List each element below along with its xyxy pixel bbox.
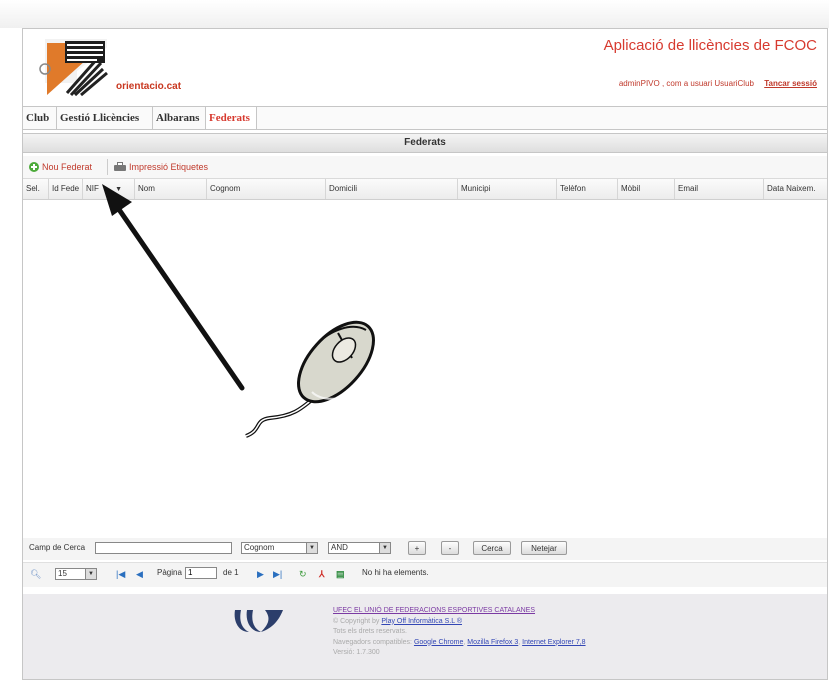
menu-item-federats[interactable]: Federats (206, 107, 257, 129)
search-input[interactable] (95, 542, 232, 554)
dropdown-arrow-icon: ▼ (85, 569, 96, 579)
dropdown-arrow-icon: ▼ (379, 543, 390, 553)
clear-button[interactable]: Netejar (521, 541, 567, 555)
version-text: Versió: 1.7.300 (333, 649, 380, 656)
firefox-link[interactable]: Mozilla Firefox 3 (467, 639, 518, 646)
toolbar-separator (107, 159, 108, 175)
pager-status: No hi ha elements. (362, 568, 429, 577)
footer-text: UFEC EL UNIÓ DE FEDERACIONS ESPORTIVES C… (333, 606, 586, 659)
search-field-select[interactable]: Cognom ▼ (241, 542, 318, 554)
grid-body (23, 200, 827, 534)
page-label: Pàgina (157, 568, 182, 577)
playoff-link[interactable]: Play Off Informàtica S.L ® (381, 618, 462, 625)
grid-header: Sel. Id Fede NIF ▼ Nom Cognom Domicili M… (23, 179, 827, 200)
remove-condition-button[interactable]: - (441, 541, 459, 555)
first-page-icon[interactable]: |◀ (116, 569, 125, 580)
column-header-nom[interactable]: Nom (135, 179, 207, 199)
column-header-id-fede[interactable]: Id Fede (49, 179, 83, 199)
print-labels-button[interactable]: Impressió Etiquetes (114, 159, 208, 175)
search-operator-select[interactable]: AND ▼ (328, 542, 391, 554)
user-text: adminPIVO , com a usuari UsuariClub (618, 79, 754, 88)
site-name: orientacio.cat (116, 81, 182, 92)
column-header-telefon[interactable]: Telèfon (557, 179, 618, 199)
column-header-municipi[interactable]: Municipi (458, 179, 557, 199)
column-header-email[interactable]: Email (675, 179, 764, 199)
search-bar: Camp de Cerca Cognom ▼ AND ▼ + - Cerca N… (23, 538, 827, 560)
page-size-select[interactable]: 15 ▼ (55, 568, 97, 580)
pdf-export-icon[interactable]: ⅄ (319, 569, 325, 580)
refresh-icon[interactable]: ↻ (299, 569, 307, 580)
column-header-cognom[interactable]: Cognom (207, 179, 326, 199)
excel-export-icon[interactable]: ▤ (336, 569, 345, 580)
toolbar: Nou Federat Impressió Etiquetes (23, 156, 827, 179)
fcoc-logo[interactable] (37, 35, 115, 97)
user-info: adminPIVO , com a usuari UsuariClub Tanc… (619, 79, 817, 88)
search-button[interactable]: Cerca (473, 541, 511, 555)
page-count: de 1 (223, 568, 239, 577)
menu-item-gestio-llicencies[interactable]: Gestió Llicències (57, 107, 153, 129)
column-header-domicili[interactable]: Domicili (326, 179, 458, 199)
search-icon[interactable]: 🔍︎ (30, 569, 41, 580)
new-federat-button[interactable]: Nou Federat (29, 159, 92, 175)
footer: UFEC EL UNIÓ DE FEDERACIONS ESPORTIVES C… (23, 594, 827, 679)
copyright-text: © Copyright by (333, 617, 380, 625)
search-label: Camp de Cerca (29, 543, 86, 552)
menu-item-club[interactable]: Club (23, 107, 57, 129)
add-icon (29, 162, 39, 172)
new-federat-label: Nou Federat (42, 162, 93, 172)
column-header-data-naixement[interactable]: Data Naixem. (764, 179, 827, 199)
logout-link[interactable]: Tancar sessió (764, 79, 817, 88)
app-title: Aplicació de llicències de FCOC (603, 37, 817, 54)
ufec-link[interactable]: UFEC EL UNIÓ DE FEDERACIONS ESPORTIVES C… (333, 607, 535, 614)
sort-desc-icon: ▼ (115, 186, 123, 193)
page-number-input[interactable]: 1 (185, 567, 217, 579)
menu-item-albarans[interactable]: Albarans (153, 107, 206, 129)
ufec-logo (234, 610, 283, 632)
dropdown-arrow-icon: ▼ (306, 543, 317, 553)
page-size-value: 15 (58, 569, 67, 578)
column-header-sel[interactable]: Sel. (23, 179, 49, 199)
column-header-nif[interactable]: NIF ▼ (83, 179, 135, 199)
browsers-text: Navegadors compatibles: (333, 638, 412, 646)
app-page: orientacio.cat Aplicació de llicències d… (22, 28, 828, 680)
printer-icon (114, 162, 126, 172)
add-condition-button[interactable]: + (408, 541, 426, 555)
browser-window: orientacio.cat Aplicació de llicències d… (0, 0, 829, 680)
search-operator-value: AND (331, 543, 348, 552)
panel-title: Federats (23, 133, 827, 153)
header: orientacio.cat Aplicació de llicències d… (23, 29, 827, 105)
nif-label: NIF (86, 184, 99, 193)
ie-link[interactable]: Internet Explorer 7,8 (522, 639, 585, 646)
print-labels-label: Impressió Etiquetes (129, 162, 209, 172)
previous-page-icon[interactable]: ◀ (136, 569, 143, 580)
column-header-mobil[interactable]: Mòbil (618, 179, 675, 199)
pager: 🔍︎ 15 ▼ |◀ ◀ Pàgina 1 de 1 ▶ ▶| ↻ ⅄ ▤ No… (23, 562, 827, 587)
top-strip (0, 0, 829, 28)
last-page-icon[interactable]: ▶| (273, 569, 282, 580)
rights-text: Tots els drets reservats. (333, 628, 407, 635)
chrome-link[interactable]: Google Chrome (414, 639, 463, 646)
next-page-icon[interactable]: ▶ (257, 569, 264, 580)
main-menu: Club Gestió Llicències Albarans Federats (23, 106, 827, 130)
search-field-value: Cognom (244, 543, 275, 552)
